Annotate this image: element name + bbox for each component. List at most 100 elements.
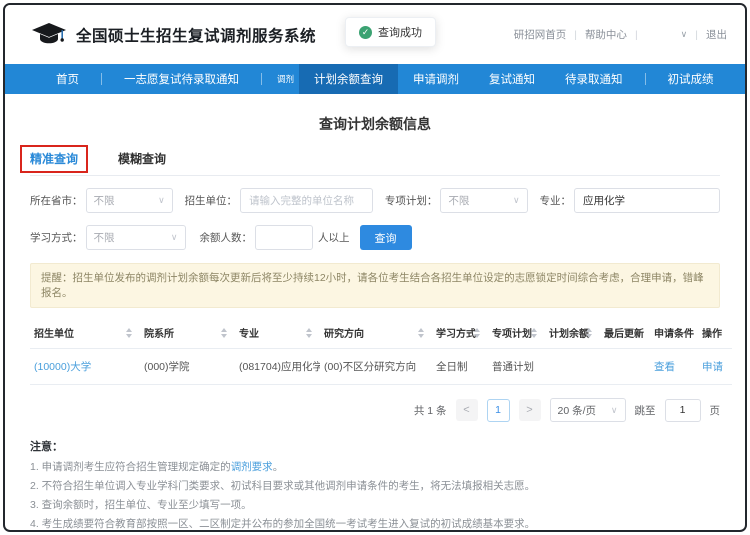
user-menu[interactable]: ∨ [646, 29, 688, 40]
note-1-suffix: 。 [273, 461, 284, 473]
col-header-major: 专业 [235, 317, 320, 349]
study-mode-label: 学习方式： [30, 230, 83, 245]
reminder-notice: 提醒：招生单位发布的调剂计划余额每次更新后将至少持续12小时，请各位考生结合各招… [30, 263, 720, 308]
tiaoji-requirements-link[interactable]: 调剂要求 [231, 461, 273, 473]
link-help-center[interactable]: 帮助中心 [585, 27, 627, 42]
prev-page-button[interactable]: < [456, 399, 478, 421]
link-logout[interactable]: 退出 [706, 27, 727, 42]
province-label: 所在省市： [30, 193, 83, 208]
cell-special-plan: 普通计划 [488, 349, 545, 385]
app-title: 全国硕士生招生复试调剂服务系统 [76, 24, 316, 46]
sort-icon[interactable] [474, 328, 480, 338]
main-nav: 首页 一志愿复试待录取通知 调剂 计划余额查询 申请调剂 复试通知 待录取通知 … [5, 64, 745, 94]
major-label: 专业： [539, 193, 571, 208]
col-header-unit: 招生单位 [30, 317, 140, 349]
nav-home[interactable]: 首页 [41, 64, 94, 94]
note-line-3: 3. 查询余额时，招生单位、专业至少填写一项。 [30, 496, 720, 515]
unit-input[interactable] [240, 188, 373, 213]
notes-section: 注意： 1. 申请调剂考生应符合招生管理规定确定的调剂要求。 2. 不符合招生单… [30, 438, 720, 532]
pagination-total: 共 1 条 [414, 403, 447, 418]
province-select[interactable]: 不限 ∨ [86, 188, 173, 213]
note-line-1: 1. 申请调剂考生应符合招生管理规定确定的调剂要求。 [30, 458, 720, 477]
page-title: 查询计划余额信息 [30, 114, 720, 134]
col-header-apply-condition: 申请条件 [650, 317, 698, 349]
sort-icon[interactable] [531, 328, 537, 338]
page-size-value: 20 条/页 [558, 403, 597, 418]
col-header-last-update: 最后更新 [600, 317, 650, 349]
note-1-text: 1. 申请调剂考生应符合招生管理规定确定的 [30, 461, 231, 473]
sort-icon[interactable] [126, 328, 132, 338]
page-1-button[interactable]: 1 [487, 399, 510, 422]
cell-direction: (00)不区分研究方向 [320, 349, 432, 385]
table-header-row: 招生单位 院系所 专业 研究方向 学习方式 专项计划 计划余额 最后更新 [30, 317, 732, 349]
nav-divider [645, 73, 646, 85]
chevron-down-icon: ∨ [611, 405, 618, 416]
nav-divider [261, 73, 262, 85]
unit-link[interactable]: (10000)大学 [34, 361, 91, 373]
jump-suffix: 页 [710, 403, 721, 418]
col-header-special-plan: 专项计划 [488, 317, 545, 349]
nav-plan-balance-query[interactable]: 计划余额查询 [299, 64, 398, 94]
query-button[interactable]: 查询 [360, 225, 412, 250]
table-row: (10000)大学 (000)学院 (081704)应用化学 (00)不区分研究… [30, 349, 732, 385]
sort-icon[interactable] [586, 328, 592, 338]
page-size-select[interactable]: 20 条/页 ∨ [550, 398, 626, 422]
query-form-row-2: 学习方式： 不限 ∨ 余额人数： 人以上 查询 [30, 225, 720, 250]
link-yanzhao-home[interactable]: 研招网首页 [514, 27, 567, 42]
col-header-college: 院系所 [140, 317, 235, 349]
next-page-button[interactable]: > [519, 399, 541, 421]
link-separator: | [635, 29, 638, 41]
results-table: 招生单位 院系所 专业 研究方向 学习方式 专项计划 计划余额 最后更新 [30, 317, 732, 385]
cell-college: (000)学院 [140, 349, 235, 385]
chevron-down-icon: ∨ [158, 195, 165, 206]
sort-icon[interactable] [306, 328, 312, 338]
special-plan-select-value: 不限 [448, 193, 469, 208]
app-window: 全国硕士生招生复试调剂服务系统 ✓ 查询成功 研招网首页 | 帮助中心 | ∨ … [3, 3, 747, 532]
sort-icon[interactable] [418, 328, 424, 338]
tab-precise-query[interactable]: 精准查询 [20, 145, 88, 173]
col-header-plan-balance: 计划余额 [545, 317, 600, 349]
cell-major: (081704)应用化学 [235, 349, 320, 385]
col-header-direction: 研究方向 [320, 317, 432, 349]
top-links: 研招网首页 | 帮助中心 | ∨ | 退出 [514, 27, 727, 42]
province-select-value: 不限 [94, 193, 115, 208]
cell-last-update [600, 349, 650, 385]
note-line-4: 4. 考生成绩要符合教育部按照一区、二区制定并公布的参加全国统一考试考生进入复试… [30, 515, 720, 532]
sort-icon[interactable] [221, 328, 227, 338]
tab-fuzzy-query[interactable]: 模糊查询 [118, 150, 166, 167]
chevron-down-icon: ∨ [513, 195, 520, 206]
success-check-icon: ✓ [359, 26, 372, 39]
major-input[interactable] [574, 188, 720, 213]
jump-page-input[interactable] [665, 399, 701, 422]
col-header-operation: 操作 [698, 317, 732, 349]
cell-study-mode: 全日制 [432, 349, 488, 385]
link-separator: | [574, 29, 577, 41]
balance-count-label: 余额人数： [200, 230, 253, 245]
balance-count-input[interactable] [255, 225, 313, 250]
notes-title: 注意： [30, 438, 720, 458]
nav-first-choice-admission-notice[interactable]: 一志愿复试待录取通知 [109, 64, 254, 94]
chevron-down-icon: ∨ [681, 29, 688, 40]
apply-link[interactable]: 申请 [702, 361, 723, 373]
pagination: 共 1 条 < 1 > 20 条/页 ∨ 跳至 页 [30, 398, 720, 422]
query-form-row-1: 所在省市： 不限 ∨ 招生单位： 专项计划： 不限 ∨ 专业： [30, 188, 720, 213]
col-header-study-mode: 学习方式 [432, 317, 488, 349]
study-mode-select-value: 不限 [94, 230, 115, 245]
brand: 全国硕士生招生复试调剂服务系统 [31, 22, 316, 48]
special-plan-label: 专项计划： [385, 193, 438, 208]
nav-pending-admission-notice[interactable]: 待录取通知 [550, 64, 638, 94]
link-separator: | [695, 29, 698, 41]
nav-initial-exam-score[interactable]: 初试成绩 [653, 64, 729, 94]
unit-label: 招生单位： [185, 193, 238, 208]
note-line-2: 2. 不符合招生单位调入专业学科门类要求、初试科目要求或其他调剂申请条件的考生，… [30, 477, 720, 496]
toast-query-success: ✓ 查询成功 [345, 17, 436, 47]
nav-retest-notice[interactable]: 复试通知 [474, 64, 550, 94]
jump-label: 跳至 [635, 403, 656, 418]
study-mode-select[interactable]: 不限 ∨ [86, 225, 186, 250]
graduation-cap-icon [31, 22, 67, 48]
nav-divider [101, 73, 102, 85]
nav-apply-tiaoji[interactable]: 申请调剂 [398, 64, 474, 94]
chevron-down-icon: ∨ [171, 232, 178, 243]
view-conditions-link[interactable]: 查看 [654, 361, 675, 373]
special-plan-select[interactable]: 不限 ∨ [440, 188, 527, 213]
